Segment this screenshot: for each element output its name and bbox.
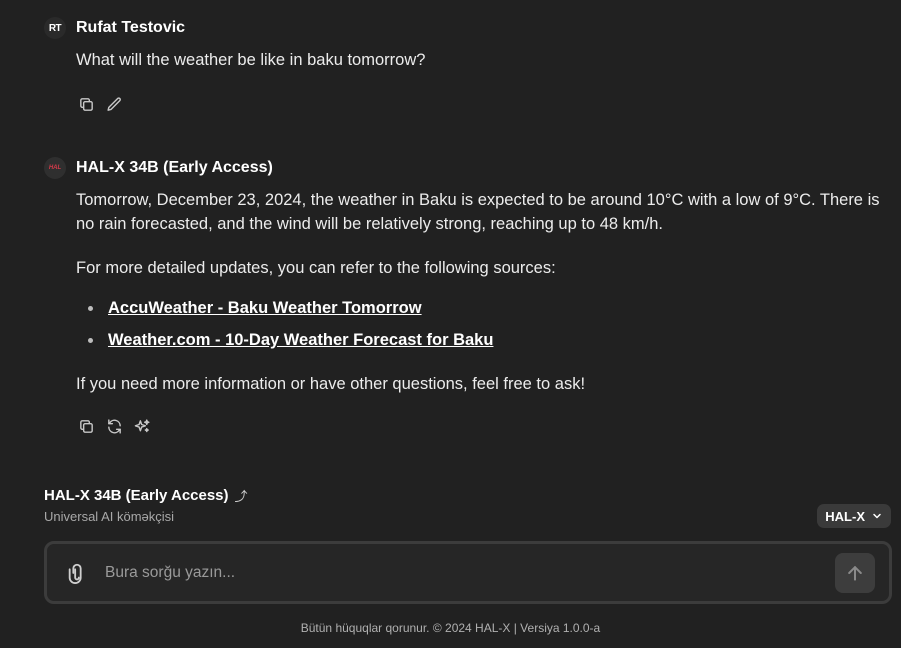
user-message: RT Rufat Testovic What will the weather … — [44, 16, 901, 114]
paperclip-icon[interactable] — [65, 561, 89, 585]
assistant-message-actions — [76, 416, 901, 436]
assistant-message-body: Tomorrow, December 23, 2024, the weather… — [76, 188, 901, 396]
model-select-value: HAL-X — [825, 508, 865, 524]
copy-icon[interactable] — [76, 94, 96, 114]
message-header: HAL HAL-X 34B (Early Access) — [44, 156, 901, 180]
assistant-message: HAL HAL-X 34B (Early Access) Tomorrow, D… — [44, 156, 901, 436]
regenerate-icon[interactable] — [104, 416, 124, 436]
user-author-name: Rufat Testovic — [76, 19, 186, 36]
list-item: Weather.com - 10-Day Weather Forecast fo… — [76, 328, 895, 352]
sparkle-icon[interactable] — [132, 416, 152, 436]
user-message-actions — [76, 94, 901, 114]
model-select-dropdown[interactable]: HAL-X — [817, 504, 891, 528]
hal-avatar: HAL — [44, 157, 66, 179]
assistant-paragraph: If you need more information or have oth… — [76, 375, 586, 393]
assistant-paragraph: For more detailed updates, you can refer… — [76, 259, 556, 277]
arrow-up-icon — [848, 565, 862, 581]
send-button[interactable] — [835, 552, 875, 593]
model-info-bar: HAL-X 34B (Early Access) ⤴ Universal AI … — [44, 486, 891, 528]
user-avatar: RT — [44, 17, 66, 39]
source-link-accuweather[interactable]: AccuWeather - Baku Weather Tomorrow — [108, 299, 422, 317]
user-message-text: What will the weather be like in baku to… — [76, 51, 426, 69]
prompt-input[interactable] — [105, 563, 835, 582]
model-subtitle: Universal AI köməkçisi — [44, 509, 175, 524]
chevron-down-icon — [873, 513, 881, 519]
model-name: HAL-X 34B (Early Access) — [44, 487, 229, 504]
message-composer — [44, 541, 892, 604]
assistant-paragraph: Tomorrow, December 23, 2024, the weather… — [76, 191, 880, 233]
model-title: HAL-X 34B (Early Access) ⤴ — [44, 486, 891, 505]
external-arrow-icon[interactable]: ⤴ — [235, 486, 248, 505]
copy-icon[interactable] — [76, 416, 96, 436]
message-header: RT Rufat Testovic — [44, 16, 901, 40]
source-list: AccuWeather - Baku Weather Tomorrow Weat… — [76, 296, 895, 352]
edit-icon[interactable] — [104, 94, 124, 114]
footer-copyright: Bütün hüquqlar qorunur. © 2024 HAL-X | V… — [300, 621, 601, 635]
list-item: AccuWeather - Baku Weather Tomorrow — [76, 296, 895, 320]
assistant-author-name: HAL-X 34B (Early Access) — [76, 159, 273, 176]
source-link-weather-com[interactable]: Weather.com - 10-Day Weather Forecast fo… — [108, 331, 493, 349]
